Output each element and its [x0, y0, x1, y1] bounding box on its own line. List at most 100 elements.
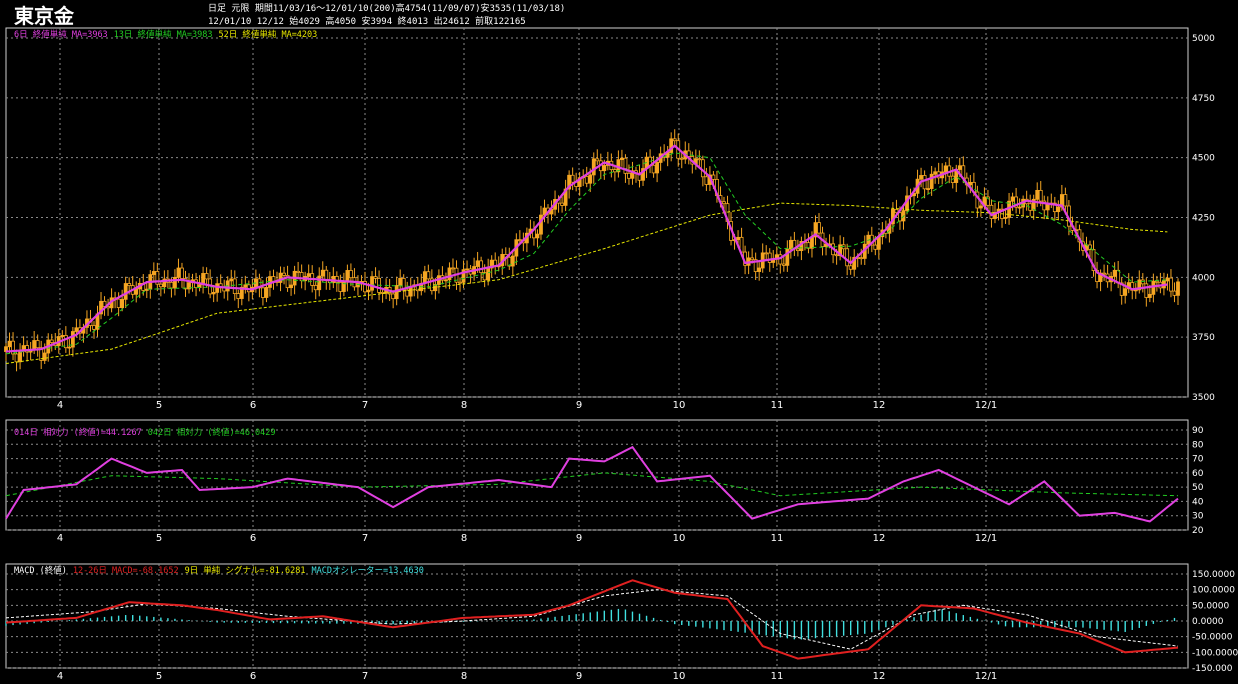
candle-body: [1151, 280, 1156, 295]
rsi-x-tick: 10: [673, 533, 686, 544]
candle-body: [711, 174, 716, 180]
candle-body: [458, 281, 462, 284]
candle-body: [243, 284, 248, 288]
candle-body: [757, 267, 762, 272]
price-y-tick: 5000: [1192, 34, 1215, 44]
macd-x-tick: 10: [673, 671, 686, 682]
candle-body: [173, 276, 177, 289]
candle-body: [313, 285, 318, 291]
candle-body: [444, 279, 448, 282]
candle-body: [750, 257, 755, 261]
candle-body: [845, 248, 850, 267]
macd-y-tick: 100.0000: [1192, 586, 1235, 596]
candle-body: [722, 201, 726, 205]
candle-body: [919, 175, 923, 180]
candle-body: [60, 335, 65, 337]
rsi42-line: [5, 472, 1179, 497]
candle-body: [1102, 272, 1106, 275]
candle-body: [926, 188, 931, 190]
candle-body: [602, 165, 607, 172]
ma52-line: [5, 202, 1168, 364]
candle-body: [475, 260, 480, 267]
price-y-tick: 3750: [1192, 333, 1215, 343]
candle-body: [299, 272, 304, 282]
macd-y-tick: -150.000: [1192, 664, 1233, 674]
rsi-x-tick: 12/1: [975, 533, 997, 544]
candle-body: [697, 158, 702, 161]
price-x-tick: 9: [576, 400, 582, 411]
candle-body: [588, 174, 593, 184]
candle-body: [479, 260, 484, 274]
rsi-y-tick: 30: [1192, 512, 1204, 522]
rsi-frame: [5, 419, 1189, 531]
candle-body: [296, 270, 301, 273]
macd-y-tick: -100.0000: [1192, 648, 1238, 658]
candle-body: [264, 287, 269, 298]
candle-body: [116, 298, 121, 308]
candle-body: [679, 157, 684, 160]
candle-body: [229, 278, 234, 282]
macd-x-tick: 4: [57, 671, 63, 682]
rsi-x-tick: 7: [362, 533, 368, 544]
candle-body: [627, 172, 631, 179]
candle-body: [1063, 194, 1068, 207]
candle-body: [215, 283, 220, 293]
candle-body: [92, 325, 96, 330]
candle-body: [1112, 269, 1117, 277]
candle-body: [655, 162, 660, 174]
price-x-tick: 10: [673, 400, 686, 411]
price-x-tick: 12: [873, 400, 886, 411]
candle-body: [517, 239, 522, 242]
rsi-x-tick: 4: [57, 533, 63, 544]
candle-body: [289, 284, 293, 289]
macd-x-tick: 5: [156, 671, 162, 682]
candle-body: [211, 291, 216, 295]
candle-body: [391, 293, 396, 300]
candle-body: [447, 267, 452, 281]
candle-body: [651, 164, 656, 174]
rsi-x-tick: 9: [576, 533, 582, 544]
candle-body: [74, 327, 79, 332]
rsi-y-tick: 80: [1192, 440, 1204, 450]
candle-body: [767, 252, 772, 263]
candle-body: [704, 176, 709, 185]
price-x-tick: 7: [362, 400, 368, 411]
candle-body: [1165, 277, 1170, 282]
candle-body: [151, 271, 156, 275]
rsi-y-tick: 20: [1192, 526, 1204, 536]
candle-body: [338, 282, 343, 292]
candle-body: [795, 248, 800, 252]
rsi-x-tick: 12: [873, 533, 886, 544]
price-x-tick: 8: [461, 400, 467, 411]
macd-y-tick: 50.0000: [1192, 601, 1229, 611]
candle-body: [1154, 280, 1159, 283]
rsi-y-tick: 70: [1192, 455, 1204, 465]
candle-body: [1038, 189, 1043, 202]
candle-body: [595, 158, 600, 162]
candle-body: [324, 269, 329, 281]
candle-body: [1035, 189, 1040, 200]
candle-body: [232, 278, 237, 294]
candle-body: [736, 236, 740, 241]
candle-body: [35, 340, 40, 349]
candle-body: [686, 150, 691, 157]
macd-x-tick: 11: [771, 671, 784, 682]
candle-body: [370, 276, 374, 291]
candle-body: [1003, 217, 1008, 219]
macd-x-tick: 12: [873, 671, 886, 682]
candle-body: [320, 269, 325, 277]
candle-body: [848, 265, 853, 270]
candle-body: [271, 276, 276, 282]
price-y-tick: 4750: [1192, 94, 1215, 104]
candle-body: [426, 271, 431, 280]
rsi-y-tick: 40: [1192, 497, 1204, 507]
chart-canvas: 4 5 6 7 8 9 10 11 12 12/1500047504500425040003750…: [4, 27, 1238, 682]
candle-body: [180, 267, 184, 279]
candle-body: [7, 340, 12, 348]
price-x-tick: 6: [250, 400, 256, 411]
candle-body: [465, 268, 469, 271]
candle-body: [1147, 293, 1152, 298]
candle-body: [859, 257, 864, 260]
candle-body: [1144, 283, 1149, 298]
candle-body: [834, 254, 839, 257]
